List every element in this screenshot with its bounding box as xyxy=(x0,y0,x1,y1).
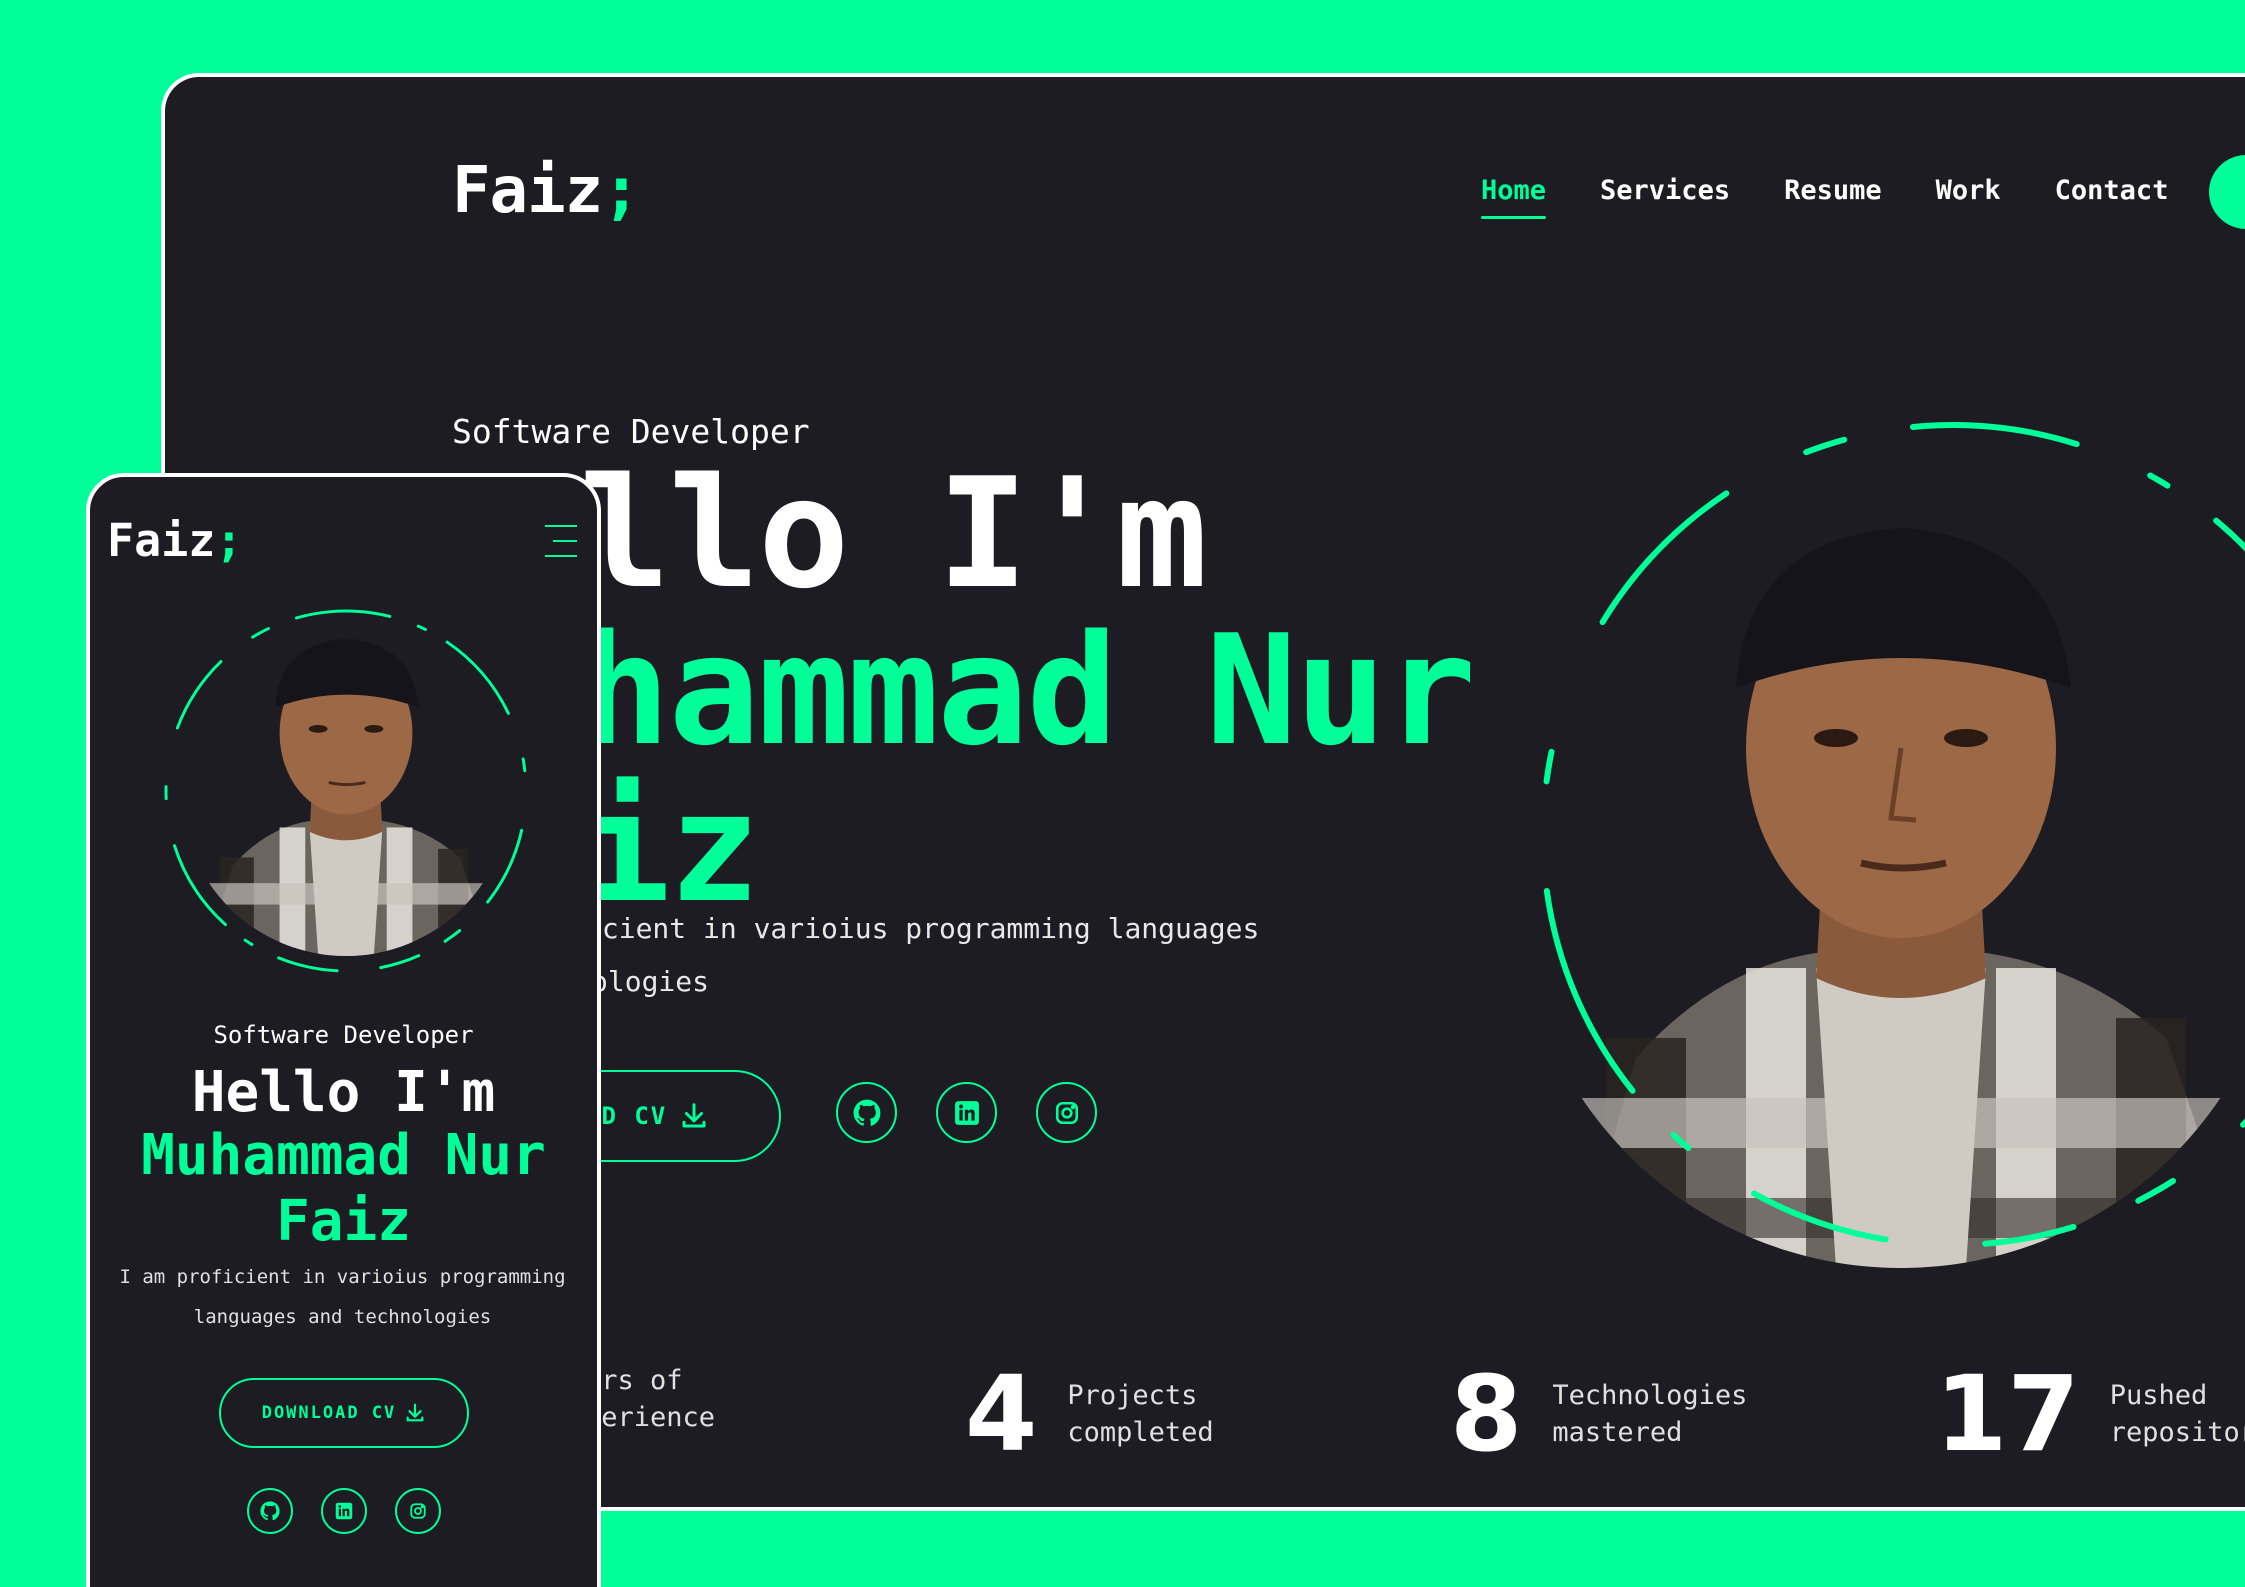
mobile-hero-name-line2: Faiz xyxy=(276,1189,411,1254)
stat-repositories: 17 Pushed repositorie xyxy=(1935,1362,2245,1466)
hero-description-line1: icient in varioius programming languages xyxy=(585,912,1260,945)
mobile-preview: Faiz; Software Developer Hello I'm Muham… xyxy=(86,473,601,1587)
logo-text: Faiz xyxy=(452,154,603,228)
stat-projects-value: 4 xyxy=(965,1353,1038,1475)
nav-services[interactable]: Services xyxy=(1600,175,1730,206)
mobile-hero-name: Muhammad Nur Faiz xyxy=(90,1123,597,1255)
hero-name-line1: hammad Nur xyxy=(579,602,1476,779)
download-icon xyxy=(682,1103,706,1128)
mobile-github-icon xyxy=(260,1501,280,1521)
logo-punct: ; xyxy=(602,154,641,228)
github-icon xyxy=(853,1099,880,1126)
nav-contact[interactable]: Contact xyxy=(2055,175,2169,206)
mobile-logo-text: Faiz xyxy=(107,514,216,567)
mobile-github-link[interactable] xyxy=(247,1488,293,1534)
mobile-photo-dashed-ring xyxy=(164,609,528,973)
stat-repositories-value: 17 xyxy=(1935,1353,2080,1475)
mobile-logo[interactable]: Faiz; xyxy=(107,514,242,567)
main-nav: Home Services Resume Work Contact xyxy=(1481,175,2169,219)
nav-resume[interactable]: Resume xyxy=(1784,175,1882,206)
mobile-instagram-link[interactable] xyxy=(395,1488,441,1534)
stat-technologies-label: Technologies mastered xyxy=(1552,1380,1748,1448)
hire-me-button[interactable] xyxy=(2209,155,2245,229)
hero-description-line2: ologies xyxy=(591,965,710,998)
stat-projects-label: Projects completed xyxy=(1067,1380,1214,1448)
hero-description: icient in varioius programming languages… xyxy=(585,902,1585,1008)
hamburger-menu-icon[interactable] xyxy=(545,525,577,557)
stat-technologies-value: 8 xyxy=(1450,1353,1523,1475)
nav-work[interactable]: Work xyxy=(1936,175,2001,206)
stat-repositories-label: Pushed repositorie xyxy=(2109,1380,2245,1448)
mobile-instagram-icon xyxy=(410,1503,426,1519)
github-link[interactable] xyxy=(836,1082,897,1143)
mobile-logo-punct: ; xyxy=(215,514,243,567)
nav-home[interactable]: Home xyxy=(1481,175,1547,219)
download-cv-button[interactable]: AD CV xyxy=(585,1070,781,1162)
instagram-link[interactable] xyxy=(1036,1082,1097,1143)
instagram-icon xyxy=(1055,1101,1078,1124)
hero-name: hammad Nur iz xyxy=(579,602,1476,926)
linkedin-icon xyxy=(954,1100,979,1125)
logo[interactable]: Faiz; xyxy=(452,154,641,228)
mobile-hero-greeting: Hello I'm xyxy=(191,1060,496,1125)
stat-experience-label: ars of perience xyxy=(585,1365,716,1433)
mobile-download-icon xyxy=(406,1403,424,1422)
hero-greeting: llo I'm xyxy=(579,445,1208,622)
photo-dashed-ring xyxy=(1540,422,2245,1248)
mobile-download-cv-button[interactable]: DOWNLOAD CV xyxy=(219,1378,469,1448)
mobile-hero-description: I am proficient in varioius programming … xyxy=(119,1266,566,1328)
stat-technologies: 8 Technologies mastered xyxy=(1450,1362,1747,1466)
mobile-hero-name-line1: Muhammad Nur xyxy=(141,1123,546,1188)
stat-experience: ars of perience xyxy=(585,1362,715,1436)
mobile-linkedin-icon xyxy=(335,1502,353,1520)
stat-projects: 4 Projects completed xyxy=(965,1362,1214,1466)
mobile-hero-role: Software Developer xyxy=(213,1021,474,1049)
mobile-download-cv-label: DOWNLOAD CV xyxy=(261,1403,397,1423)
mobile-linkedin-link[interactable] xyxy=(321,1488,367,1534)
linkedin-link[interactable] xyxy=(936,1082,997,1143)
